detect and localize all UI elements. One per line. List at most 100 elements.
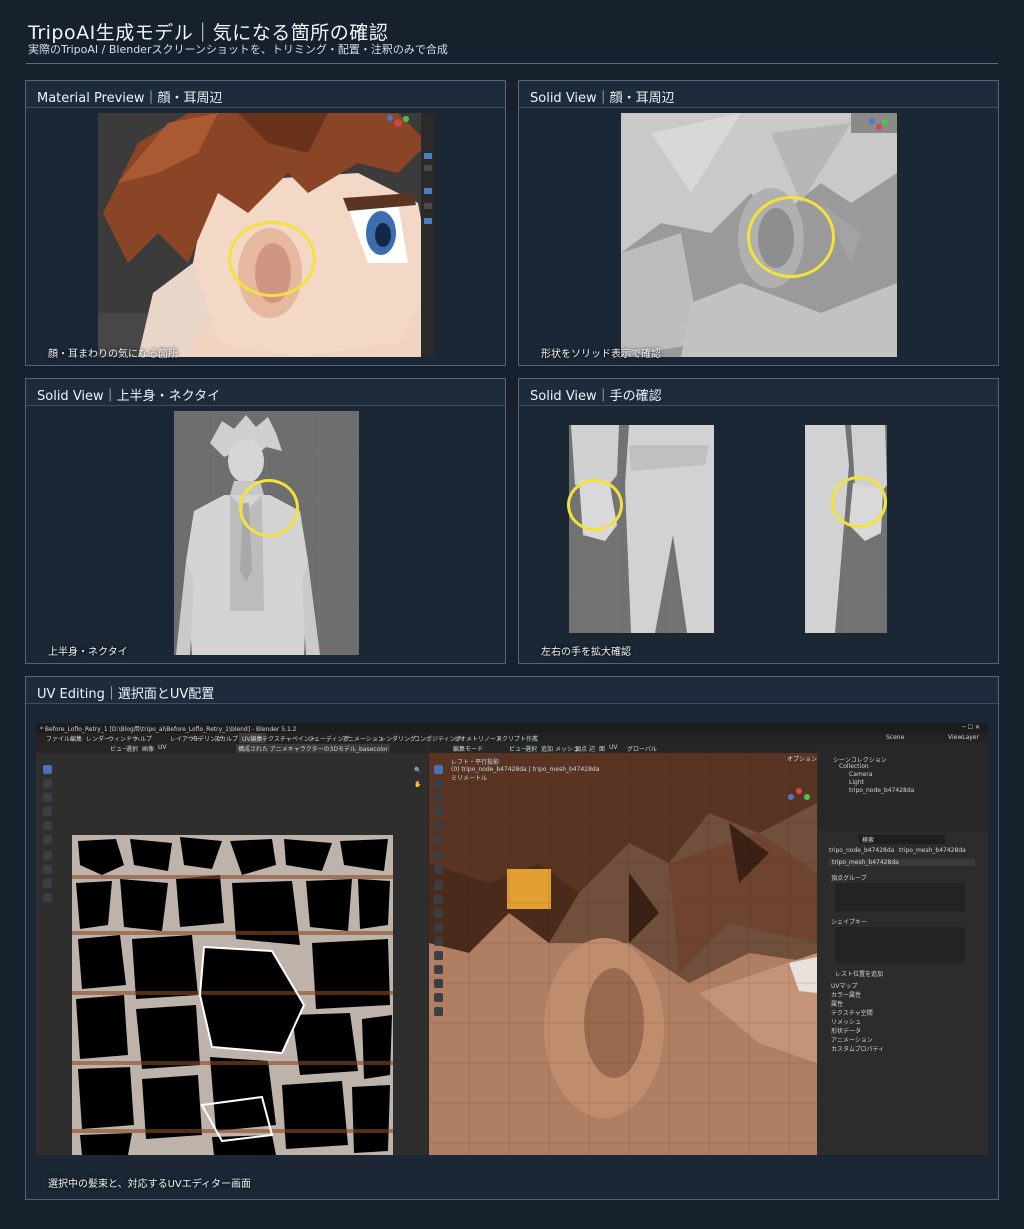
move-tool-icon[interactable] [434,793,443,802]
spin-tool-icon[interactable] [434,979,443,988]
section-color-attributes[interactable]: カラー属性 [831,990,861,999]
panel-title: Material Preview｜顔・耳周辺 [37,91,223,106]
right-hand-solid-image [805,425,887,633]
vertex-groups-list[interactable] [835,883,965,911]
outliner-item-collection[interactable]: Collection [839,763,869,770]
section-vertex-groups[interactable]: 頂点グループ [831,873,867,882]
move-tool-icon[interactable] [43,793,52,802]
outliner[interactable]: シーンコレクション Collection Camera Light tripo_… [819,743,988,831]
menu-help[interactable]: ヘルプ [134,734,152,743]
uv-zoom-icon[interactable]: 🔍 [414,767,421,774]
annotate-tool-icon[interactable] [434,851,443,860]
bevel-tool-icon[interactable] [434,923,443,932]
tab-rendering[interactable]: レンダリング [380,734,416,743]
viewport-info: レフト・平行投影 (0) tripo_node_b47428da | tripo… [451,757,599,782]
highlight-circle-left-hand [567,479,623,531]
loopcut-tool-icon[interactable] [434,937,443,946]
blender-titlebar: * Before_Loflo_Retry_1 [D:\Blog用\tripo_a… [36,723,988,733]
panel-solid-upperbody: Solid View｜上半身・ネクタイ 上半身・ネクタイ [25,378,506,664]
tab-animation[interactable]: アニメーション [342,734,384,743]
add-cube-tool-icon[interactable] [434,881,443,890]
scale-tool-icon[interactable] [43,821,52,830]
select-tool-icon[interactable] [43,765,52,774]
vp-menu-vertex[interactable]: 頂点 [575,744,587,753]
transform-tool-icon[interactable] [434,835,443,844]
section-uv-maps[interactable]: UVマップ [831,981,858,990]
annotate-tool-icon[interactable] [43,851,52,860]
view-name: レフト・平行投影 [451,759,500,766]
outliner-item-light[interactable]: Light [849,779,864,786]
viewlayer-selector[interactable]: ViewLayer [948,734,979,741]
mesh-name-field[interactable]: tripo_mesh_b47428da [829,859,975,866]
vp-menu-uv[interactable]: UV [609,744,618,751]
section-attributes[interactable]: 属性 [831,999,843,1008]
properties-search[interactable]: 検索 [859,835,945,844]
smooth-tool-icon[interactable] [434,993,443,1002]
uv-image-selector[interactable]: 構成された アニメキャラクターの3Dモデル_basecolor [236,744,391,753]
add-workspace-icon[interactable]: + [532,734,537,741]
transform-tool-icon[interactable] [43,835,52,844]
section-texture-space[interactable]: テクスチャ空間 [831,1008,873,1017]
measure-tool-icon[interactable] [434,865,443,874]
uv-editor[interactable]: ビュー 選択 画像 UV 構成された アニメキャラクターの3Dモデル_basec… [36,743,427,1155]
blender-topbar: ファイル 編集 レンダー ウィンドウ ヘルプ レイアウト モデリング スカルプト… [36,733,988,744]
panel-caption: 顔・耳まわりの気になる箇所 [48,349,178,360]
uv-hand-icon[interactable]: ✋ [414,781,421,788]
viewport-header: 編集モード ビュー 選択 追加 メッシュ 頂点 辺 面 UV グローバル オプシ… [429,743,817,763]
uv-texture-area[interactable] [72,835,393,1155]
grab-tool-icon[interactable] [43,879,52,888]
menu-render[interactable]: レンダー [86,734,110,743]
rotate-tool-icon[interactable] [43,807,52,816]
properties-editor[interactable]: 検索 tripo_node_b47428da tripo_mesh_b47428… [819,833,988,1155]
panel-title-bar: Material Preview｜顔・耳周辺 [26,81,505,108]
relax-tool-icon[interactable] [43,893,52,902]
menu-file[interactable]: ファイル [46,734,70,743]
polybuild-tool-icon[interactable] [434,965,443,974]
header-divider [26,63,998,64]
menu-edit[interactable]: 編集 [70,734,82,743]
overlay-options[interactable]: オプション [787,754,817,763]
cursor-tool-icon[interactable] [434,779,443,788]
outliner-item-camera[interactable]: Camera [849,771,873,778]
highlight-circle-right-hand [831,476,887,528]
panel-title: Solid View｜手の確認 [530,389,662,404]
cursor-tool-icon[interactable] [43,779,52,788]
inset-tool-icon[interactable] [434,909,443,918]
uv-editor-header: ビュー 選択 画像 UV 構成された アニメキャラクターの3Dモデル_basec… [36,743,427,753]
uv-menu-select[interactable]: 選択 [126,744,138,753]
rotate-tool-icon[interactable] [434,807,443,816]
transform-orientation[interactable]: グローバル [627,744,657,753]
window-controls[interactable]: ─ ☐ ✕ [962,724,980,731]
3d-viewport[interactable]: 編集モード ビュー 選択 追加 メッシュ 頂点 辺 面 UV グローバル オプシ… [429,743,817,1155]
section-animation[interactable]: アニメーション [831,1035,873,1044]
section-custom-properties[interactable]: カスタムプロパティ [831,1044,884,1053]
vp-menu-add[interactable]: 追加 [541,744,553,753]
relative-checkbox[interactable]: レスト位置を追加 [835,969,883,978]
shear-tool-icon[interactable] [434,1007,443,1016]
panel-title-bar: UV Editing｜選択面とUV配置 [26,677,998,704]
section-shape-keys[interactable]: シェイプキー [831,917,867,926]
panel-caption: 上半身・ネクタイ [48,647,128,658]
uv-menu-uv[interactable]: UV [158,744,167,751]
section-remesh[interactable]: リメッシュ [831,1017,861,1026]
uv-menu-image[interactable]: 画像 [142,744,154,753]
shape-keys-list[interactable] [835,927,965,963]
section-geometry-data[interactable]: 形状データ [831,1026,861,1035]
panel-material-preview: Material Preview｜顔・耳周辺 顔・耳まわりの気になる箇所 [25,80,506,366]
knife-tool-icon[interactable] [434,951,443,960]
scene-selector[interactable]: Scene [886,734,904,741]
vp-menu-select[interactable]: 選択 [525,744,537,753]
vp-menu-edge[interactable]: 辺 [589,744,595,753]
tab-geometry-nodes[interactable]: ジオメトリノード [454,734,502,743]
panel-caption: 形状をソリッド表示で確認 [541,349,661,360]
extrude-tool-icon[interactable] [434,895,443,904]
rip-tool-icon[interactable] [43,865,52,874]
highlight-circle-tie [239,479,299,537]
scale-tool-icon[interactable] [434,821,443,830]
uv-toolbar [42,765,54,905]
outliner-item-tripo-node[interactable]: tripo_node_b47428da [849,787,914,794]
panel-title: Solid View｜顔・耳周辺 [530,91,675,106]
mode-selector[interactable]: 編集モード [453,744,483,753]
vp-menu-face[interactable]: 面 [599,744,605,753]
select-tool-icon[interactable] [434,765,443,774]
